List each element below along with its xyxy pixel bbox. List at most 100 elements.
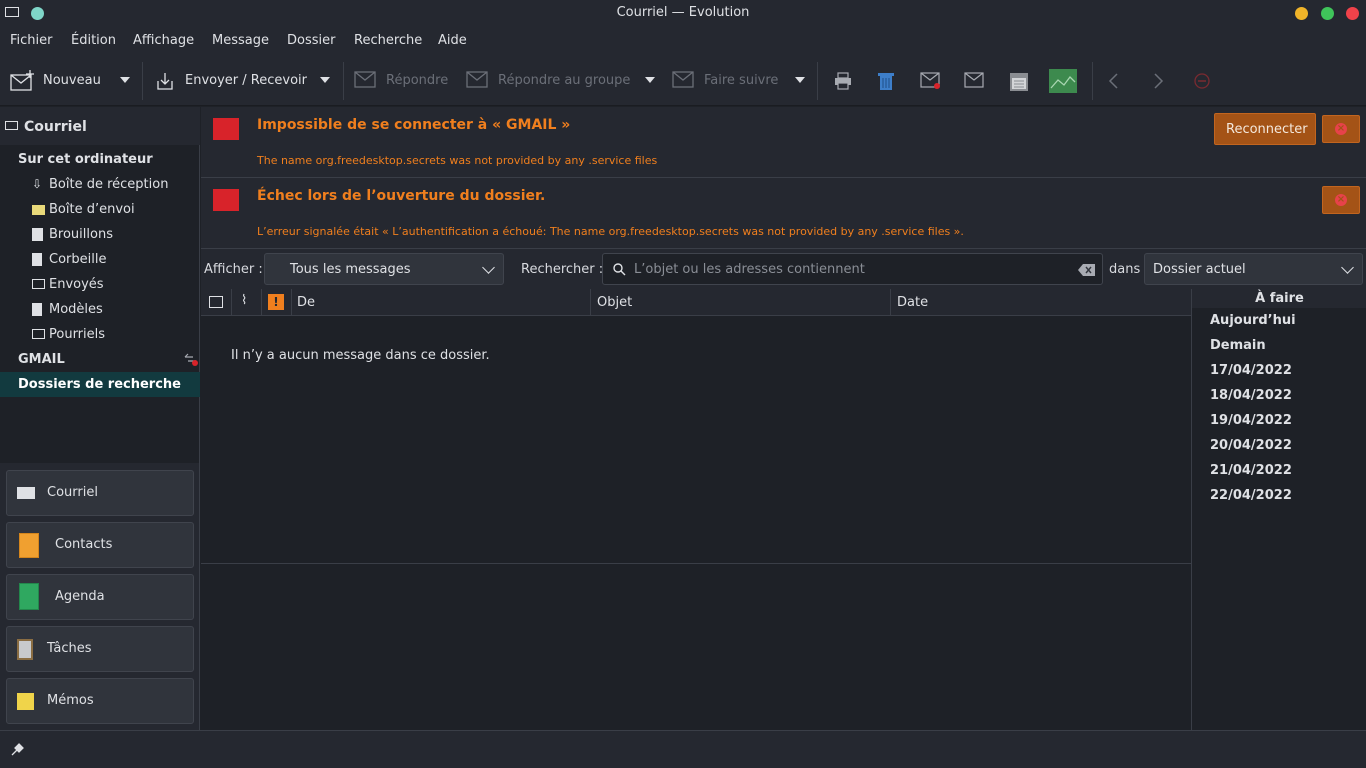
send-receive-icon [157,73,173,90]
forward-button[interactable]: Faire suivre [668,56,788,106]
clear-icon[interactable] [1078,264,1095,276]
gmail-account[interactable]: GMAIL [18,352,65,367]
folder-templates[interactable]: Modèles [49,302,103,317]
calendar-event-icon[interactable] [1009,70,1029,92]
print-icon[interactable] [834,72,852,90]
folder-sent[interactable]: Envoyés [49,277,104,292]
stop-icon[interactable] [1194,73,1210,89]
minimize-button[interactable] [1295,7,1308,20]
show-filter-select[interactable]: Tous les messages [264,253,504,285]
switch-mail-button[interactable]: Courriel [6,470,194,516]
contacts-icon [19,533,39,558]
search-folders-label: Dossiers de recherche [18,377,181,392]
switch-mail-label: Courriel [47,485,98,500]
column-subject[interactable]: Objet [597,295,632,310]
folder-sidebar: Courriel Sur cet ordinateur ⇩ Boîte de r… [0,107,200,463]
toolbar-separator [142,62,143,100]
menu-aide[interactable]: Aide [438,33,467,48]
offline-toggle-icon[interactable] [11,742,25,756]
error-icon [213,189,239,211]
status-column-icon[interactable] [209,296,223,308]
column-date[interactable]: Date [897,295,928,310]
image-icon[interactable] [1048,68,1078,94]
folder-inbox[interactable]: Boîte de réception [49,177,168,192]
folder-error-alert: Échec lors de l’ouverture du dossier. L’… [201,178,1366,249]
dismiss-alert-button[interactable]: × [1322,186,1360,214]
close-icon: × [1335,123,1347,135]
empty-folder-message: Il n’y a aucun message dans ce dossier. [231,348,490,363]
todo-day[interactable]: 17/04/2022 [1210,363,1292,378]
menu-fichier[interactable]: Fichier [10,33,53,48]
todo-day[interactable]: Aujourd’hui [1210,313,1296,328]
send-receive-button[interactable]: Envoyer / Recevoir [150,56,310,106]
preview-pane [201,563,1191,730]
switch-contacts-button[interactable]: Contacts [6,522,194,568]
memo-icon [17,693,34,710]
delete-icon[interactable] [877,71,895,91]
send-receive-dropdown-icon[interactable] [320,77,330,83]
folder-drafts[interactable]: Brouillons [49,227,113,242]
alert-title: Échec lors de l’ouverture du dossier. [257,188,546,204]
outbox-icon [32,205,45,215]
show-label: Afficher : [204,262,263,277]
switch-tasks-button[interactable]: Tâches [6,626,194,672]
junk-icon[interactable] [920,72,942,90]
column-separator [231,289,232,316]
todo-day[interactable]: 18/04/2022 [1210,388,1292,403]
todo-header: À faire [1192,289,1366,308]
not-junk-icon[interactable] [964,72,986,90]
column-separator [890,289,891,316]
menu-affichage[interactable]: Affichage [133,33,194,48]
todo-day[interactable]: 20/04/2022 [1210,438,1292,453]
disconnected-icon [184,353,198,366]
reply-button[interactable]: Répondre [350,56,455,106]
reply-group-dropdown-icon[interactable] [645,77,655,83]
search-input[interactable]: L’objet ou les adresses contiennent [602,253,1103,285]
menu-dossier[interactable]: Dossier [287,33,335,48]
flag-column-icon[interactable]: ! [268,294,284,310]
scope-select[interactable]: Dossier actuel [1144,253,1363,285]
switch-calendar-button[interactable]: Agenda [6,574,194,620]
todo-day[interactable]: 19/04/2022 [1210,413,1292,428]
chevron-down-icon [482,261,495,274]
search-folders-row[interactable]: Dossiers de recherche [0,372,200,397]
local-folders-group[interactable]: Sur cet ordinateur [18,152,153,167]
todo-title: À faire [1255,291,1304,306]
menu-message[interactable]: Message [212,33,269,48]
reply-group-button[interactable]: Répondre au groupe [462,56,637,106]
switch-memos-button[interactable]: Mémos [6,678,194,724]
reply-group-icon [466,71,488,88]
folder-outbox[interactable]: Boîte d’envoi [49,202,135,217]
column-separator [291,289,292,316]
column-header: ⌇ ! De Objet Date [201,289,1191,316]
menu-edition[interactable]: Édition [71,33,116,48]
back-icon[interactable] [1108,73,1120,89]
forward-dropdown-icon[interactable] [795,77,805,83]
folder-junk[interactable]: Pourriels [49,327,105,342]
todo-day[interactable]: 22/04/2022 [1210,488,1292,503]
toolbar-separator [1092,62,1093,100]
templates-icon [32,303,42,316]
reply-icon [354,71,376,88]
sent-icon [32,279,45,289]
alert-detail: The name org.freedesktop.secrets was not… [257,154,658,167]
reconnect-button[interactable]: Reconnecter [1214,113,1316,145]
alert-title: Impossible de se connecter à « GMAIL » [257,117,571,133]
close-button[interactable] [1346,7,1359,20]
maximize-button[interactable] [1321,7,1334,20]
forward-nav-icon[interactable] [1152,73,1164,89]
switch-memos-label: Mémos [47,693,94,708]
menu-recherche[interactable]: Recherche [354,33,422,48]
search-label: Rechercher : [521,262,604,277]
todo-day[interactable]: Demain [1210,338,1266,353]
todo-day[interactable]: 21/04/2022 [1210,463,1292,478]
column-from[interactable]: De [297,295,315,310]
attachment-column-icon[interactable]: ⌇ [241,293,247,308]
new-dropdown-icon[interactable] [120,77,130,83]
drafts-icon [32,228,43,241]
folder-trash[interactable]: Corbeille [49,252,106,267]
new-button[interactable]: Nouveau [0,56,112,106]
switch-calendar-label: Agenda [55,589,105,604]
dismiss-alert-button[interactable]: × [1322,115,1360,143]
forward-label: Faire suivre [704,73,779,88]
